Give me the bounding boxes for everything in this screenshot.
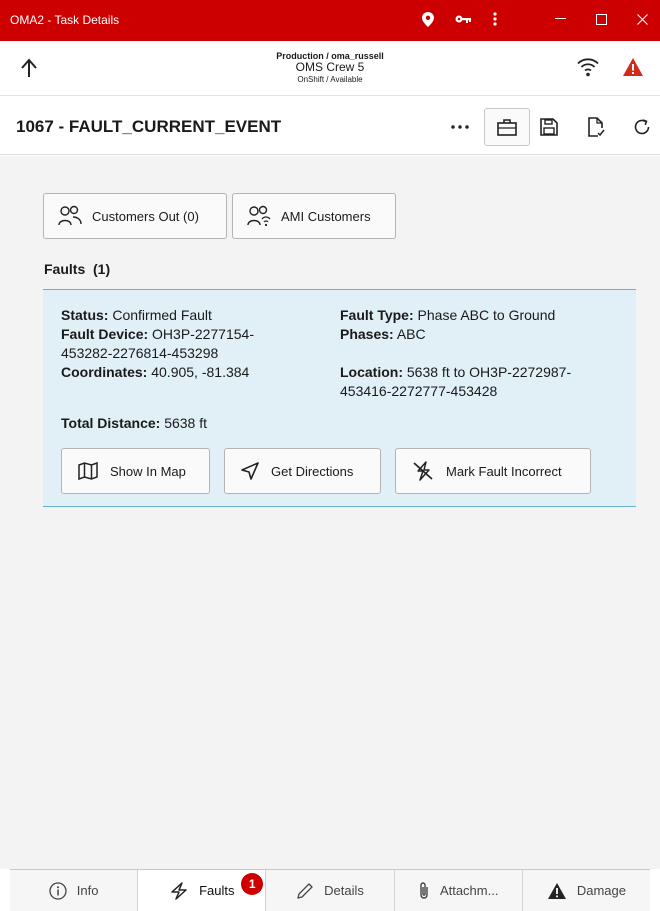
fault-phases: Phases: ABC <box>340 325 426 344</box>
wifi-icon[interactable] <box>576 55 600 79</box>
total-distance-label: Total Distance: <box>61 415 161 431</box>
warning-icon[interactable] <box>622 57 644 77</box>
maximize-button[interactable] <box>586 6 616 32</box>
location-pin-icon[interactable] <box>417 8 439 30</box>
task-toolbar: 1067 - FAULT_CURRENT_EVENT <box>0 97 660 155</box>
tab-info-label: Info <box>76 883 99 898</box>
window-title: OMA2 - Task Details <box>10 13 120 27</box>
show-in-map-button[interactable]: Show In Map <box>61 448 210 494</box>
refresh-icon[interactable] <box>624 108 660 146</box>
paperclip-icon <box>420 881 428 899</box>
task-title: 1067 - FAULT_CURRENT_EVENT <box>16 117 282 136</box>
close-button[interactable] <box>627 6 657 32</box>
status-label: Status: <box>61 307 109 323</box>
faults-badge: 1 <box>241 873 264 895</box>
crew-info: Production / oma_russell OMS Crew 5 OnSh… <box>0 51 660 84</box>
tab-attachments-label: Attachm... <box>439 883 499 898</box>
customers-icon <box>58 205 82 226</box>
fault-device: Fault Device: OH3P-2277154- 453282-22768… <box>61 325 311 363</box>
app-header: Production / oma_russell OMS Crew 5 OnSh… <box>0 41 660 96</box>
more-horizontal-icon[interactable] <box>442 108 478 146</box>
fault-device-value-line1: OH3P-2277154- <box>152 326 254 342</box>
crew-name: OMS Crew 5 <box>295 60 365 75</box>
get-directions-button[interactable]: Get Directions <box>224 448 381 494</box>
more-vertical-icon[interactable] <box>484 8 506 30</box>
faults-count: (1) <box>93 261 111 277</box>
mark-fault-incorrect-label: Mark Fault Incorrect <box>446 463 562 479</box>
tab-damage-label: Damage <box>576 883 626 898</box>
fault-type: Fault Type: Phase ABC to Ground <box>340 306 555 325</box>
ami-customers-button[interactable]: AMI Customers <box>232 193 396 239</box>
fault-device-label: Fault Device: <box>61 326 149 342</box>
tab-damage[interactable]: Damage <box>523 870 650 911</box>
fault-location: Location: 5638 ft to OH3P-2272987- 45341… <box>340 363 630 401</box>
coordinates-label: Coordinates: <box>61 364 148 380</box>
tab-attachments[interactable]: Attachm... <box>395 870 523 911</box>
map-icon <box>78 462 98 480</box>
location-label: Location: <box>340 364 403 380</box>
tab-info[interactable]: Info <box>10 870 139 911</box>
document-check-icon[interactable] <box>578 108 614 146</box>
key-icon[interactable] <box>452 8 474 30</box>
fault-total-distance: Total Distance: 5638 ft <box>61 414 207 433</box>
get-directions-label: Get Directions <box>271 463 354 479</box>
phases-value: ABC <box>396 326 426 342</box>
window-title-bar: OMA2 - Task Details <box>0 0 660 41</box>
bottom-tab-bar: Info Faults 1 Details Attachm... Damage <box>10 869 650 911</box>
fault-type-value: Phase ABC to Ground <box>417 307 556 323</box>
navigation-arrow-icon <box>241 462 259 480</box>
ami-customers-label: AMI Customers <box>281 208 371 224</box>
tab-faults[interactable]: Faults 1 <box>138 870 267 911</box>
fault-device-value-line2: 453282-2276814-453298 <box>61 345 219 361</box>
fault-coordinates: Coordinates: 40.905, -81.384 <box>61 363 249 382</box>
pencil-icon <box>297 882 313 899</box>
ami-customers-icon <box>247 205 271 227</box>
coordinates-value: 40.905, -81.384 <box>151 364 250 380</box>
customers-out-button[interactable]: Customers Out (0) <box>43 193 227 239</box>
crew-status: OnShift / Available <box>297 75 363 85</box>
save-icon[interactable] <box>531 108 567 146</box>
lightning-off-icon <box>413 461 433 481</box>
customers-out-label: Customers Out (0) <box>92 208 199 224</box>
minimize-button[interactable] <box>545 6 575 32</box>
briefcase-icon[interactable] <box>484 108 530 146</box>
phases-label: Phases: <box>340 326 394 342</box>
warning-triangle-icon <box>547 882 566 899</box>
faults-section-header: Faults (1) <box>44 261 110 277</box>
info-icon <box>49 881 67 900</box>
fault-status: Status: Confirmed Fault <box>61 306 212 325</box>
location-value-line2: 453416-2272777-453428 <box>340 383 498 399</box>
mark-fault-incorrect-button[interactable]: Mark Fault Incorrect <box>395 448 591 494</box>
content-area: Customers Out (0) AMI Customers Faults (… <box>0 156 660 869</box>
tab-details[interactable]: Details <box>266 870 395 911</box>
faults-label: Faults <box>44 261 86 277</box>
status-value: Confirmed Fault <box>112 307 212 323</box>
tab-details-label: Details <box>324 883 364 898</box>
fault-type-label: Fault Type: <box>340 307 414 323</box>
location-value-line1: 5638 ft to OH3P-2272987- <box>406 364 572 380</box>
fault-card: Status: Confirmed Fault Fault Type: Phas… <box>43 289 636 507</box>
total-distance-value: 5638 ft <box>164 415 208 431</box>
show-in-map-label: Show In Map <box>110 463 186 479</box>
lightning-icon <box>171 881 187 900</box>
tab-faults-label: Faults <box>199 883 235 898</box>
